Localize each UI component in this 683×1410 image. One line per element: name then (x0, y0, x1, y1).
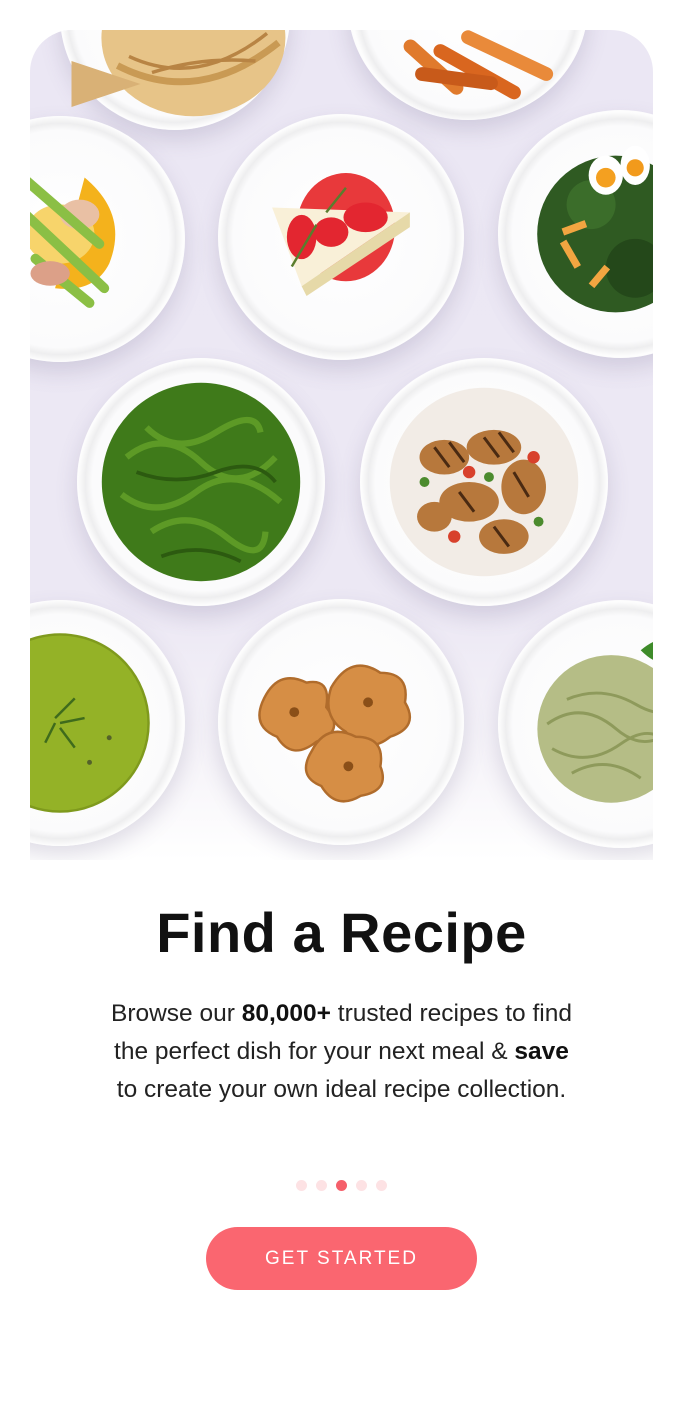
page-dot-5[interactable] (376, 1180, 387, 1191)
get-started-button[interactable]: GET STARTED (206, 1227, 477, 1290)
page-dot-2[interactable] (316, 1180, 327, 1191)
save-emphasis: save (514, 1038, 569, 1065)
pea-soup-plate (30, 600, 185, 846)
roasted-carrots-plate (348, 30, 588, 120)
page-dot-1[interactable] (296, 1180, 307, 1191)
spinach-spaghetti-plate (498, 600, 653, 848)
page-indicator (296, 1180, 387, 1191)
onboarding-description: Browse our 80,000+ trusted recipes to fi… (110, 1000, 572, 1103)
butter-cookies-plate (218, 599, 464, 845)
page-dot-4[interactable] (356, 1180, 367, 1191)
onboarding-title: Find a Recipe (156, 901, 527, 964)
pesto-pasta-plate (77, 358, 325, 606)
food-hero-image (30, 30, 653, 860)
recipe-count: 80,000+ (241, 1000, 331, 1027)
grilled-chicken-plate (360, 358, 608, 606)
page-dot-3-active[interactable] (336, 1180, 347, 1191)
kale-egg-salad-plate (498, 110, 653, 358)
strawberry-cheesecake-plate (218, 114, 464, 360)
asparagus-eggs-plate (30, 116, 185, 362)
